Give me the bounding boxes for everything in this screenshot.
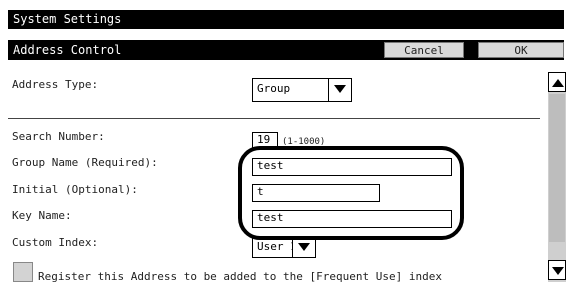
vertical-scrollbar[interactable]: [548, 72, 566, 282]
chevron-down-icon: [292, 237, 315, 257]
address-type-select[interactable]: Group: [252, 78, 352, 102]
search-number-label: Search Number:: [12, 130, 105, 143]
key-name-field[interactable]: test: [252, 210, 452, 228]
arrow-down-icon[interactable]: [548, 260, 566, 280]
ok-button[interactable]: OK: [478, 42, 564, 58]
settings-screen: System Settings Address Control Cancel O…: [0, 0, 566, 282]
group-name-label: Group Name (Required):: [12, 156, 158, 169]
address-type-value: Group: [257, 82, 291, 95]
custom-index-select[interactable]: User 1: [252, 236, 316, 258]
address-type-label: Address Type:: [12, 78, 99, 91]
arrow-up-icon[interactable]: [548, 72, 566, 92]
custom-index-value: User 1: [257, 240, 297, 253]
cancel-button[interactable]: Cancel: [384, 42, 464, 58]
group-name-field[interactable]: test: [252, 158, 452, 176]
custom-index-label: Custom Index:: [12, 236, 99, 249]
divider: [8, 118, 540, 119]
scroll-thumb[interactable]: [549, 94, 565, 242]
window-title: System Settings: [8, 10, 564, 29]
initial-label: Initial (Optional):: [12, 183, 138, 196]
register-frequent-label: Register this Address to be added to the…: [38, 270, 442, 282]
search-number-input[interactable]: 19: [252, 132, 278, 148]
key-name-label: Key Name:: [12, 209, 72, 222]
chevron-down-icon: [328, 79, 351, 101]
search-number-range: (1-1000): [282, 137, 326, 147]
initial-field[interactable]: t: [252, 184, 380, 202]
register-frequent-checkbox[interactable]: [13, 262, 33, 282]
